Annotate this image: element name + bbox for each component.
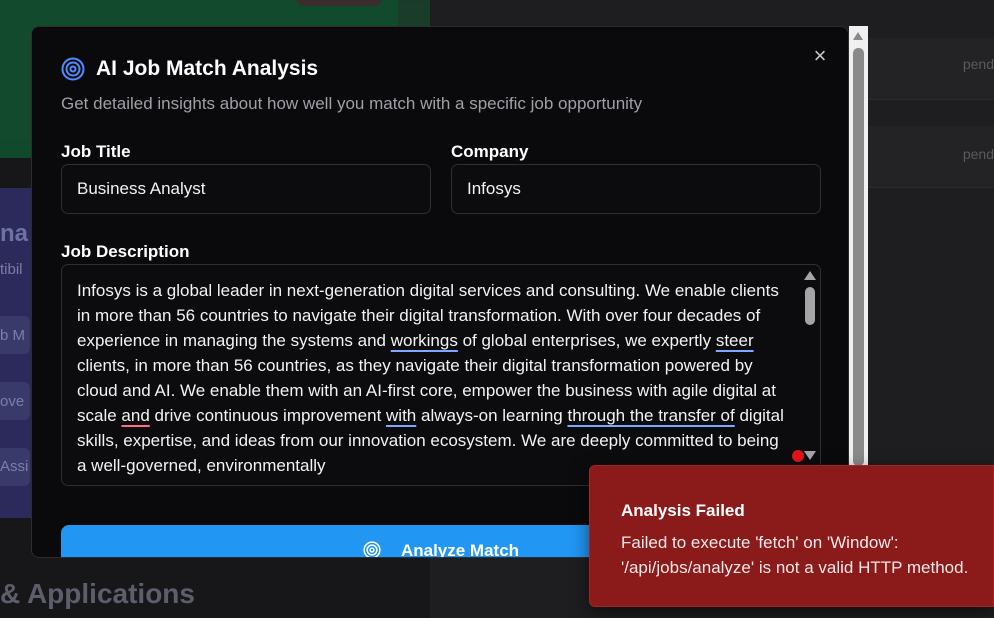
modal-subtitle: Get detailed insights about how well you… [61, 94, 643, 113]
job-description-label: Job Description [61, 242, 190, 261]
background-top-button [296, 0, 382, 6]
background-text-fragment: b M [0, 327, 26, 344]
background-table-row: pend [868, 126, 994, 188]
background-text-fragment: na [0, 220, 29, 247]
target-icon [363, 541, 381, 557]
toast-message: Failed to execute 'fetch' on 'Window': '… [621, 533, 969, 577]
error-toast[interactable]: Analysis Failed Failed to execute 'fetch… [589, 465, 994, 607]
toast-title: Analysis Failed [621, 501, 745, 520]
job-description-text: Infosys is a global leader in next-gener… [77, 281, 784, 475]
modal-title: AI Job Match Analysis [96, 57, 319, 80]
target-icon [61, 57, 85, 81]
background-table-row: pend [868, 38, 994, 100]
background-text-fragment: ove [0, 393, 25, 410]
background-section-heading: & Applications [0, 578, 195, 609]
spellcheck-underline: with [386, 406, 417, 425]
background-text-fragment: tibil [0, 261, 23, 278]
spellcheck-underline: steer [715, 331, 754, 350]
status-badge: pend [962, 56, 994, 72]
scroll-up-arrow-icon[interactable] [853, 32, 863, 40]
job-title-label: Job Title [61, 142, 131, 161]
close-icon[interactable]: × [809, 45, 831, 67]
company-label: Company [451, 142, 529, 161]
notification-dot-icon [792, 450, 804, 462]
background-text-fragment: Assi [0, 458, 29, 475]
spellcheck-underline: workings [390, 331, 458, 350]
spellcheck-underline: and [121, 406, 150, 425]
modal-scrollbar[interactable] [849, 26, 868, 466]
analyze-match-label: Analyze Match [400, 541, 520, 558]
modal-header: AI Job Match Analysis [61, 57, 318, 81]
status-badge: pend [962, 146, 994, 162]
scroll-thumb[interactable] [853, 48, 864, 466]
job-title-input[interactable]: Business Analyst [61, 164, 431, 214]
job-description-textarea[interactable]: Infosys is a global leader in next-gener… [61, 264, 821, 486]
scroll-thumb[interactable] [805, 287, 815, 325]
scroll-up-arrow-icon[interactable] [804, 271, 816, 280]
scroll-down-arrow-icon[interactable] [804, 451, 816, 460]
company-input[interactable]: Infosys [451, 164, 821, 214]
spellcheck-underline: through the transfer of [567, 406, 735, 425]
